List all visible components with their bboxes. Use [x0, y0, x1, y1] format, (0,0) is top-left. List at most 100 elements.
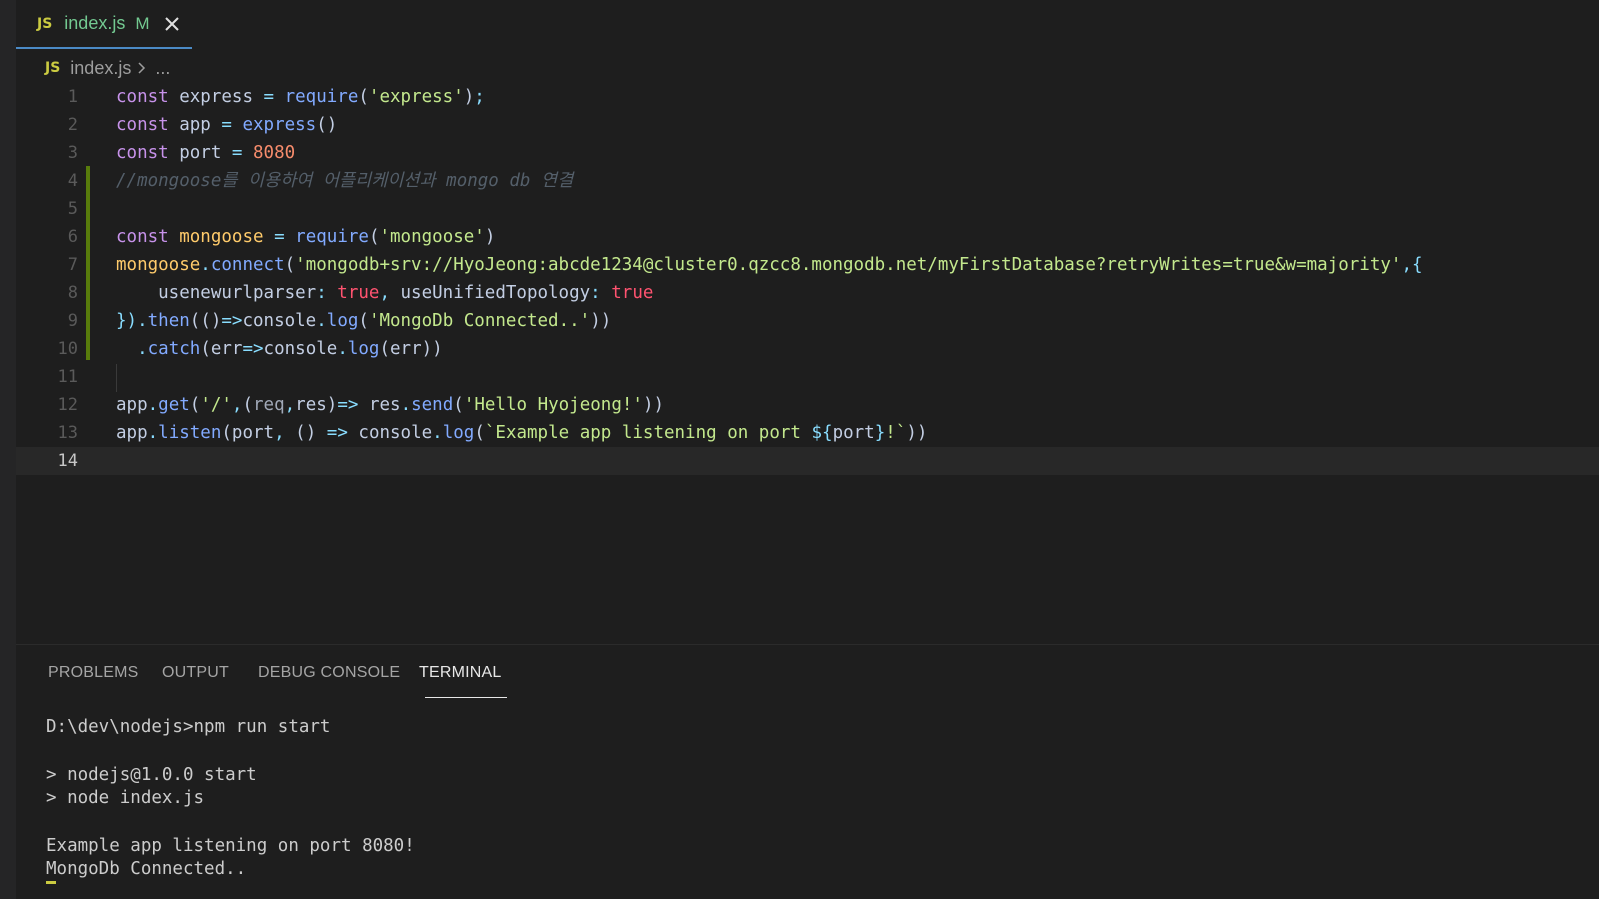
code-line[interactable]: 3 const port = 8080 [16, 139, 1599, 167]
tab-index-js[interactable]: JS index.js M [16, 0, 192, 49]
breadcrumb-file[interactable]: index.js [70, 58, 131, 79]
code-token: ( [453, 395, 464, 415]
line-code: const port = 8080 [116, 139, 295, 167]
code-token: req [253, 395, 285, 415]
code-line[interactable]: 1 const express = require('express'); [16, 83, 1599, 111]
code-token: ) [463, 87, 475, 107]
line-code: mongoose.connect('mongodb+srv://HyoJeong… [116, 251, 1423, 279]
code-token: (() [189, 311, 222, 331]
code-token: get [158, 395, 190, 415]
code-token: connect [210, 255, 285, 275]
terminal-output[interactable]: D:\dev\nodejs>npm run start > nodejs@1.0.… [16, 701, 1599, 899]
code-line[interactable]: 14 [16, 447, 1599, 475]
tab-output[interactable]: OUTPUT [162, 659, 229, 687]
code-token: ( [284, 255, 296, 275]
terminal-cursor [46, 881, 56, 884]
line-number: 11 [57, 367, 78, 387]
code-token: )) [421, 339, 443, 359]
code-line[interactable]: 4 //mongoose를 이용하여 어플리케이션과 mongo db 연결 [16, 167, 1599, 195]
code-token: )) [642, 395, 665, 415]
tab-terminal[interactable]: TERMINAL [419, 659, 502, 687]
code-token: res [358, 395, 401, 415]
code-token: port [231, 423, 275, 443]
code-token: express [242, 115, 317, 135]
code-token: 'express' [368, 87, 464, 107]
code-token: err [390, 339, 422, 359]
active-tab-indicator [425, 697, 507, 698]
code-token: }) [116, 311, 138, 331]
chevron-right-icon [137, 61, 147, 75]
code-token: ,{ [1401, 255, 1423, 275]
editor-group: JS index.js M JS index.js ... 1 const exp… [16, 0, 1599, 644]
code-token: => [221, 311, 243, 331]
code-token: app [116, 395, 148, 415]
code-token: useUnifiedTopology [389, 283, 591, 303]
code-line[interactable]: 6 const mongoose = require('mongoose') [16, 223, 1599, 251]
code-token: !` [885, 423, 907, 443]
code-token: const [116, 227, 169, 247]
line-number: 13 [57, 423, 78, 443]
code-token: 'mongodb+srv://HyoJeong:abcde1234@cluste… [295, 255, 1402, 275]
panel-tabbar: PROBLEMS OUTPUT DEBUG CONSOLE TERMINAL [16, 645, 1599, 701]
code-token: log [347, 339, 380, 359]
code-token: . [147, 423, 159, 443]
code-line[interactable]: 8 usenewurlparser: true, useUnifiedTopol… [16, 279, 1599, 307]
code-token: 'mongoose' [379, 227, 485, 247]
terminal-line: > nodejs@1.0.0 start [46, 765, 257, 785]
code-line[interactable]: 12 app.get('/',(req,res)=> res.send('Hell… [16, 391, 1599, 419]
code-token: app [116, 423, 148, 443]
code-token: const [116, 143, 169, 163]
code-token: = [274, 227, 285, 247]
code-token: console [242, 311, 317, 331]
code-token: 'MongoDb Connected..' [368, 311, 591, 331]
code-token: } [874, 423, 886, 443]
code-token: require [295, 227, 369, 247]
line-code: usenewurlparser: true, useUnifiedTopolog… [116, 279, 653, 307]
code-token: . [400, 395, 412, 415]
tab-filename: index.js [64, 13, 126, 33]
code-token: 8080 [253, 143, 296, 163]
code-token: : [590, 283, 601, 303]
line-code: app.listen(port, () => console.log(`Exam… [116, 419, 927, 447]
code-token: , [284, 395, 296, 415]
code-token: //mongoose를 이용하여 어플리케이션과 mongo db 연결 [116, 171, 574, 191]
code-token: . [337, 339, 348, 359]
tab-debug-console[interactable]: DEBUG CONSOLE [258, 659, 400, 687]
terminal-line: D:\dev\nodejs>npm run start [46, 717, 331, 737]
code-line[interactable]: 11 [16, 363, 1599, 391]
code-line[interactable]: 2 const app = express() [16, 111, 1599, 139]
code-token: . [432, 423, 443, 443]
line-number: 5 [67, 199, 78, 219]
code-token: ; [474, 87, 485, 107]
code-line[interactable]: 7 mongoose.connect('mongodb+srv://HyoJeon… [16, 251, 1599, 279]
breadcrumb-more[interactable]: ... [155, 58, 170, 79]
code-token: mongoose [179, 227, 264, 247]
code-line[interactable]: 9}).then(()=>console.log('MongoDb Connec… [16, 307, 1599, 335]
close-icon[interactable] [163, 15, 181, 33]
code-editor[interactable]: 1 const express = require('express'); 2 con… [16, 84, 1599, 484]
code-token: res [295, 395, 327, 415]
code-token: log [326, 311, 359, 331]
line-number: 6 [67, 227, 78, 247]
code-token: ( [242, 395, 254, 415]
code-token: true [611, 283, 654, 303]
code-token: catch [147, 339, 201, 359]
code-line[interactable]: 5 [16, 195, 1599, 223]
line-number: 12 [57, 395, 78, 415]
tab-problems[interactable]: PROBLEMS [48, 659, 139, 687]
code-token: listen [158, 423, 222, 443]
code-line[interactable]: 13 app.listen(port, () => console.log(`Ex… [16, 419, 1599, 447]
code-line[interactable]: 10 .catch(err=>console.log(err)) [16, 335, 1599, 363]
code-token: true [337, 283, 380, 303]
code-token: ( [379, 339, 391, 359]
javascript-file-icon: JS [45, 60, 61, 76]
code-token: ( [358, 311, 369, 331]
